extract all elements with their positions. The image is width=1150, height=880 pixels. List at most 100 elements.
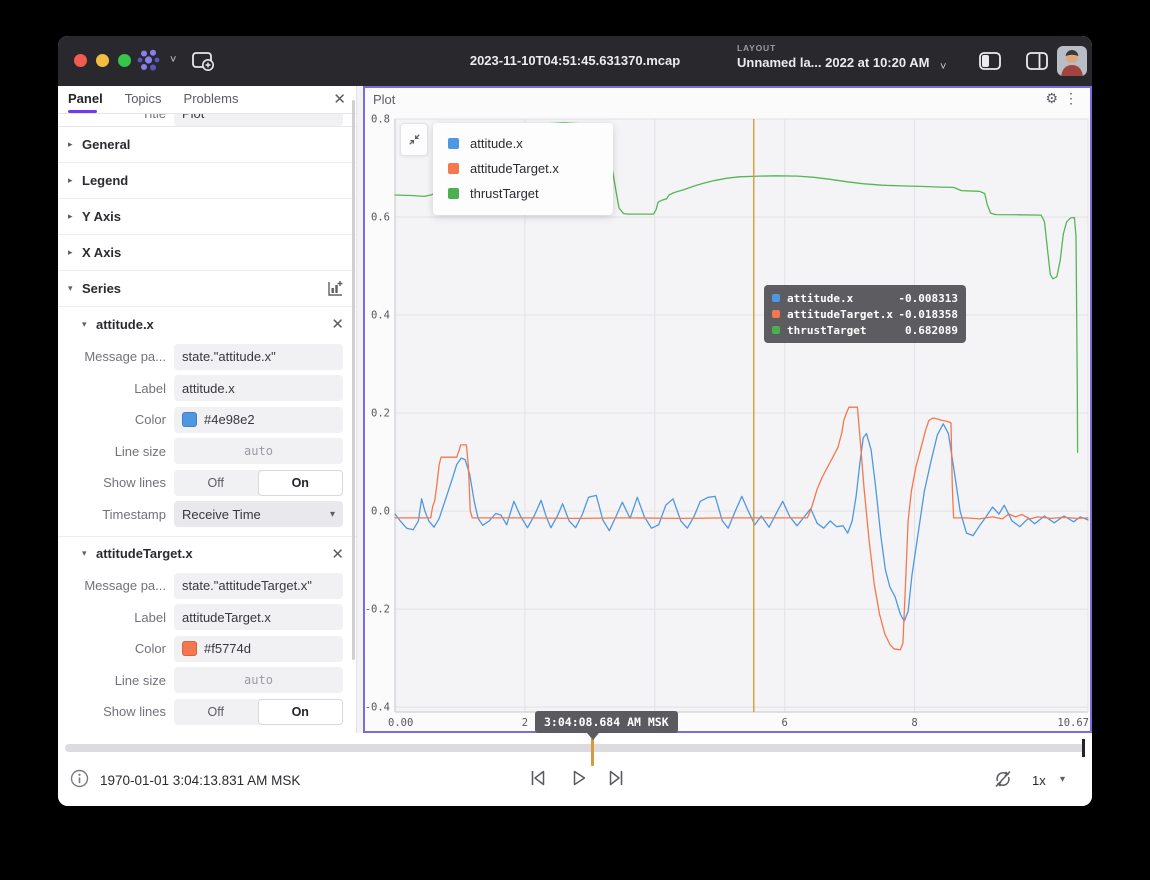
series-color-swatch xyxy=(772,326,780,334)
field-input[interactable]: auto xyxy=(174,438,343,464)
svg-text:0.8: 0.8 xyxy=(371,114,390,126)
loop-off-icon[interactable] xyxy=(993,769,1013,794)
field-label: Line size xyxy=(58,673,174,688)
field-input[interactable]: #f5774d xyxy=(174,636,343,662)
add-series-icon[interactable] xyxy=(327,280,344,302)
series-header-attitudeTarget.x[interactable]: ▾attitudeTarget.x✕ xyxy=(58,536,356,570)
playback-speed[interactable]: 1x xyxy=(1032,773,1046,788)
gear-icon[interactable]: ⚙ xyxy=(1045,90,1058,107)
show-lines-toggle[interactable]: OffOn xyxy=(174,699,343,725)
seek-time-tooltip-arrow xyxy=(587,733,599,740)
legend-item-attitude.x[interactable]: attitude.x xyxy=(433,131,613,156)
title-setting-row-clipped: Title Plot xyxy=(58,114,356,127)
section-general[interactable]: ▸ General xyxy=(58,127,356,163)
chart-hover-tooltip: attitude.x-0.008313attitudeTarget.x-0.01… xyxy=(764,285,966,343)
layout-chevron-icon[interactable]: ˅ xyxy=(940,61,946,73)
seek-forward-button[interactable] xyxy=(606,768,626,793)
caret-down-icon: ▾ xyxy=(82,319,96,330)
maximize-window-button[interactable] xyxy=(118,54,131,67)
field-row-showlines: Show linesOffOn xyxy=(58,467,356,499)
tooltip-row-thrustTarget: thrustTarget0.682089 xyxy=(772,322,958,338)
section-series[interactable]: ▾ Series xyxy=(58,271,356,307)
color-swatch[interactable] xyxy=(182,641,197,656)
svg-text:0.2: 0.2 xyxy=(371,408,390,420)
remove-series-icon[interactable]: ✕ xyxy=(331,315,344,333)
app-menu-chevron-icon[interactable]: ˅ xyxy=(170,54,176,66)
tab-problems[interactable]: Problems xyxy=(184,87,239,112)
title-setting-input[interactable]: Plot xyxy=(174,114,343,126)
play-button[interactable] xyxy=(569,768,589,793)
plot-panel-header: Plot ⚙ ⋮ xyxy=(365,88,1090,110)
field-input[interactable]: auto xyxy=(174,667,343,693)
speed-chevron-icon[interactable]: ▾ xyxy=(1060,774,1065,785)
field-label: Label xyxy=(58,381,174,396)
field-input[interactable]: state."attitude.x" xyxy=(174,344,343,370)
series-color-swatch[interactable] xyxy=(448,163,459,174)
field-row-label: Labelattitude.x xyxy=(58,373,356,405)
title-setting-label: Title xyxy=(58,114,174,121)
segment-option-off[interactable]: Off xyxy=(174,699,258,725)
section-x-axis[interactable]: ▸ X Axis xyxy=(58,235,356,271)
tooltip-row-attitudeTarget.x: attitudeTarget.x-0.018358 xyxy=(772,306,958,322)
legend-item-thrustTarget[interactable]: thrustTarget xyxy=(433,181,613,206)
svg-text:-0.4: -0.4 xyxy=(365,702,390,714)
series-color-swatch[interactable] xyxy=(448,138,459,149)
layout-selector[interactable]: LAYOUT Unnamed la... 2022 at 10:20 AM xyxy=(737,43,929,70)
svg-text:0.6: 0.6 xyxy=(371,212,390,224)
plot-panel-title: Plot xyxy=(373,92,395,107)
series-color-swatch xyxy=(772,310,780,318)
tab-panel[interactable]: Panel xyxy=(68,87,103,112)
segment-option-off[interactable]: Off xyxy=(174,470,258,496)
seek-bar[interactable] xyxy=(65,744,1085,752)
legend-collapse-button[interactable] xyxy=(400,123,428,156)
field-label: Message pa... xyxy=(58,578,174,593)
data-source-title[interactable]: 2023-11-10T04:51:45.631370.mcap xyxy=(470,53,680,68)
field-label: Color xyxy=(58,641,174,656)
timestamp-dropdown[interactable]: Receive Time▾ xyxy=(174,501,343,527)
caret-down-icon: ▾ xyxy=(68,283,82,294)
close-window-button[interactable] xyxy=(74,54,87,67)
series-header-attitude.x[interactable]: ▾attitude.x✕ xyxy=(58,307,356,341)
legend-item-attitudeTarget.x[interactable]: attitudeTarget.x xyxy=(433,156,613,181)
sidebar-scrollbar[interactable] xyxy=(352,100,355,660)
field-label: Color xyxy=(58,412,174,427)
field-row-messagepa: Message pa...state."attitudeTarget.x" xyxy=(58,570,356,602)
user-avatar[interactable] xyxy=(1057,46,1087,76)
field-label: Line size xyxy=(58,444,174,459)
seek-time-tooltip: 3:04:08.684 AM MSK xyxy=(535,711,678,733)
tooltip-row-attitude.x: attitude.x-0.008313 xyxy=(772,290,958,306)
kebab-menu-icon[interactable]: ⋮ xyxy=(1064,90,1078,107)
svg-text:8: 8 xyxy=(911,717,917,729)
series-color-swatch[interactable] xyxy=(448,188,459,199)
field-row-color: Color#4e98e2 xyxy=(58,404,356,436)
plot-legend: attitude.xattitudeTarget.xthrustTarget xyxy=(433,123,613,215)
field-input[interactable]: #4e98e2 xyxy=(174,407,343,433)
caret-right-icon: ▸ xyxy=(68,139,82,150)
sidebar-tabbar: Panel Topics Problems ✕ xyxy=(58,86,356,114)
field-input[interactable]: attitudeTarget.x xyxy=(174,604,343,630)
minimize-window-button[interactable] xyxy=(96,54,109,67)
field-label: Label xyxy=(58,610,174,625)
left-sidebar-toggle-icon[interactable] xyxy=(978,51,1002,76)
remove-series-icon[interactable]: ✕ xyxy=(331,545,344,563)
field-label: Show lines xyxy=(58,704,174,719)
info-icon[interactable] xyxy=(70,769,89,793)
tab-topics[interactable]: Topics xyxy=(125,87,162,112)
playhead-marker[interactable] xyxy=(1082,739,1085,757)
right-sidebar-toggle-icon[interactable] xyxy=(1025,51,1049,76)
plot-panel: 0.80.60.40.20.0-0.2-0.40.00246810.67 Plo… xyxy=(363,86,1092,733)
add-panel-icon[interactable] xyxy=(190,49,216,78)
field-label: Show lines xyxy=(58,475,174,490)
show-lines-toggle[interactable]: OffOn xyxy=(174,470,343,496)
svg-text:10.67: 10.67 xyxy=(1057,717,1089,729)
segment-option-on[interactable]: On xyxy=(258,470,344,496)
svg-text:-0.2: -0.2 xyxy=(365,604,390,616)
section-legend[interactable]: ▸ Legend xyxy=(58,163,356,199)
field-input[interactable]: attitude.x xyxy=(174,375,343,401)
section-y-axis[interactable]: ▸ Y Axis xyxy=(58,199,356,235)
segment-option-on[interactable]: On xyxy=(258,699,344,725)
field-input[interactable]: state."attitudeTarget.x" xyxy=(174,573,343,599)
sidebar-close-icon[interactable]: ✕ xyxy=(333,90,346,108)
seek-backward-button[interactable] xyxy=(528,768,548,793)
color-swatch[interactable] xyxy=(182,412,197,427)
